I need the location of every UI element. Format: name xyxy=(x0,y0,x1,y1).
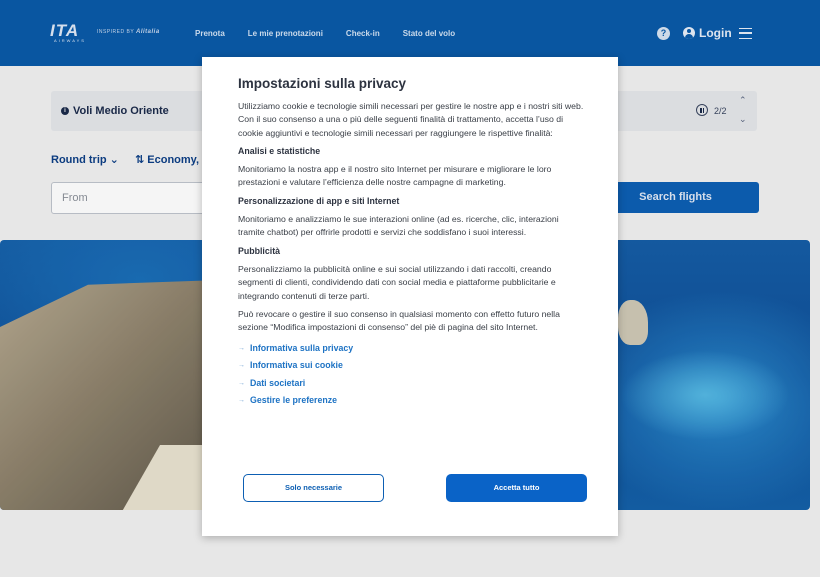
privacy-dialog: Impostazioni sulla privacy Utilizziamo c… xyxy=(202,57,618,536)
section-heading-personalization: Personalizzazione di app e siti Internet xyxy=(238,195,400,206)
link-privacy-policy[interactable]: → Informativa sulla privacy xyxy=(238,339,584,357)
link-manage-preferences[interactable]: → Gestire le preferenze xyxy=(238,392,584,410)
privacy-body: Utilizziamo cookie e tecnologie simili n… xyxy=(238,100,584,409)
privacy-intro: Utilizziamo cookie e tecnologie simili n… xyxy=(238,101,584,138)
arrow-right-icon: → xyxy=(238,397,245,405)
link-cookie-policy[interactable]: → Informativa sui cookie xyxy=(238,357,584,375)
only-necessary-button[interactable]: Solo necessarie xyxy=(243,474,384,502)
link-label: Informativa sui cookie xyxy=(250,360,343,371)
section-text-analytics: Monitoriamo la nostra app e il nostro si… xyxy=(238,164,552,188)
accept-all-button[interactable]: Accetta tutto xyxy=(446,474,587,502)
section-heading-analytics: Analisi e statistiche xyxy=(238,145,321,156)
section-text-advertising: Personalizziamo la pubblicità online e s… xyxy=(238,263,556,301)
privacy-outro: Può revocare o gestire il suo consenso i… xyxy=(238,308,560,333)
privacy-title: Impostazioni sulla privacy xyxy=(238,76,407,91)
link-label: Informativa sulla privacy xyxy=(250,342,354,353)
link-company-data[interactable]: → Dati societari xyxy=(238,374,584,392)
section-text-personalization: Monitoriamo e analizziamo le sue interaz… xyxy=(238,214,559,238)
arrow-right-icon: → xyxy=(238,379,245,387)
privacy-links: → Informativa sulla privacy → Informativ… xyxy=(238,339,584,409)
arrow-right-icon: → xyxy=(238,344,245,352)
section-heading-advertising: Pubblicità xyxy=(238,245,281,256)
arrow-right-icon: → xyxy=(238,362,245,370)
link-label: Gestire le preferenze xyxy=(250,395,338,406)
link-label: Dati societari xyxy=(250,377,306,388)
